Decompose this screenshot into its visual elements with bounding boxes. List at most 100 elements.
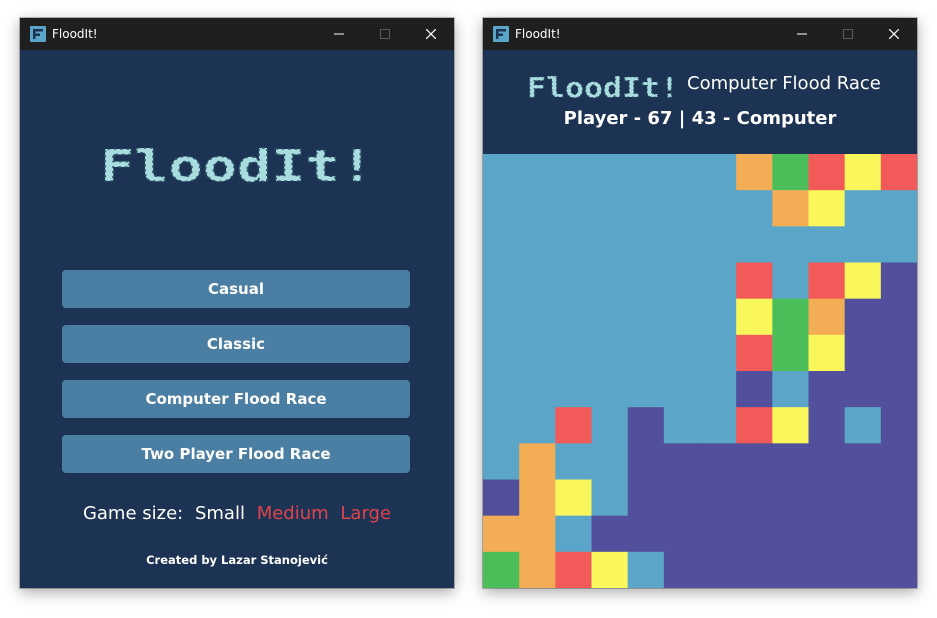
board-cell[interactable]: [483, 443, 520, 481]
maximize-button[interactable]: [362, 18, 408, 50]
board-cell[interactable]: [808, 443, 846, 481]
board-cell[interactable]: [772, 551, 810, 588]
board-cell[interactable]: [772, 407, 810, 444]
board-cell[interactable]: [844, 443, 882, 481]
board-cell[interactable]: [700, 298, 737, 336]
board-cell[interactable]: [663, 515, 701, 553]
board-cell[interactable]: [880, 443, 917, 481]
board-cell[interactable]: [808, 551, 846, 588]
board-cell[interactable]: [519, 298, 556, 336]
board-cell[interactable]: [519, 407, 556, 444]
board-cell[interactable]: [736, 515, 773, 553]
minimize-button[interactable]: [316, 18, 362, 50]
board-cell[interactable]: [483, 298, 520, 336]
board-cell[interactable]: [772, 371, 810, 408]
board-cell[interactable]: [736, 371, 773, 408]
board-cell[interactable]: [663, 551, 701, 588]
size-option-small[interactable]: Small: [195, 503, 245, 524]
board-cell[interactable]: [519, 479, 556, 517]
board-cell[interactable]: [736, 479, 773, 517]
board-cell[interactable]: [591, 226, 629, 264]
board-cell[interactable]: [808, 226, 846, 264]
board-cell[interactable]: [519, 515, 556, 553]
board-cell[interactable]: [772, 298, 810, 336]
board-cell[interactable]: [483, 334, 520, 372]
board-cell[interactable]: [700, 226, 737, 264]
board-cell[interactable]: [555, 298, 593, 336]
board-cell[interactable]: [844, 407, 882, 444]
board-cell[interactable]: [519, 551, 556, 588]
board-cell[interactable]: [483, 226, 520, 264]
board-cell[interactable]: [808, 190, 846, 227]
board-cell[interactable]: [808, 515, 846, 553]
board-cell[interactable]: [627, 443, 665, 481]
board-cell[interactable]: [808, 479, 846, 517]
board-cell[interactable]: [736, 298, 773, 336]
board-cell[interactable]: [591, 443, 629, 481]
board-cell[interactable]: [844, 154, 882, 191]
board-cell[interactable]: [808, 407, 846, 444]
board-cell[interactable]: [844, 371, 882, 408]
board-cell[interactable]: [772, 334, 810, 372]
board-cell[interactable]: [519, 334, 556, 372]
board-cell[interactable]: [700, 551, 737, 588]
game-board[interactable]: [483, 154, 917, 588]
board-cell[interactable]: [591, 190, 629, 227]
classic-button[interactable]: Classic: [62, 325, 410, 363]
board-cell[interactable]: [844, 298, 882, 336]
board-cell[interactable]: [808, 334, 846, 372]
board-cell[interactable]: [627, 334, 665, 372]
board-cell[interactable]: [700, 190, 737, 227]
board-cell[interactable]: [880, 154, 917, 191]
board-cell[interactable]: [555, 190, 593, 227]
board-cell[interactable]: [663, 154, 701, 191]
board-cell[interactable]: [663, 407, 701, 444]
board-cell[interactable]: [736, 443, 773, 481]
board-cell[interactable]: [555, 371, 593, 408]
board-cell[interactable]: [519, 190, 556, 227]
board-cell[interactable]: [880, 298, 917, 336]
board-cell[interactable]: [772, 226, 810, 264]
maximize-button[interactable]: [825, 18, 871, 50]
board-cell[interactable]: [700, 154, 737, 191]
board-cell[interactable]: [555, 154, 593, 191]
board-cell[interactable]: [483, 371, 520, 408]
minimize-button[interactable]: [779, 18, 825, 50]
board-cell[interactable]: [736, 407, 773, 444]
board-cell[interactable]: [555, 334, 593, 372]
board-cell[interactable]: [736, 262, 773, 300]
board-cell[interactable]: [844, 515, 882, 553]
board-cell[interactable]: [880, 262, 917, 300]
close-button[interactable]: [408, 18, 454, 50]
board-cell[interactable]: [844, 479, 882, 517]
board-cell[interactable]: [844, 262, 882, 300]
board-cell[interactable]: [591, 298, 629, 336]
board-cell[interactable]: [808, 262, 846, 300]
board-cell[interactable]: [591, 407, 629, 444]
board-cell[interactable]: [483, 479, 520, 517]
board-cell[interactable]: [519, 154, 556, 191]
board-cell[interactable]: [591, 371, 629, 408]
board-cell[interactable]: [555, 443, 593, 481]
board-cell[interactable]: [627, 371, 665, 408]
board-cell[interactable]: [736, 226, 773, 264]
board-cell[interactable]: [555, 226, 593, 264]
board-cell[interactable]: [844, 226, 882, 264]
board-cell[interactable]: [880, 371, 917, 408]
board-cell[interactable]: [880, 551, 917, 588]
board-cell[interactable]: [880, 226, 917, 264]
board-cell[interactable]: [736, 190, 773, 227]
board-cell[interactable]: [844, 334, 882, 372]
board-cell[interactable]: [627, 407, 665, 444]
board-cell[interactable]: [700, 407, 737, 444]
board-cell[interactable]: [663, 226, 701, 264]
board-cell[interactable]: [700, 371, 737, 408]
board-cell[interactable]: [627, 298, 665, 336]
board-cell[interactable]: [483, 551, 520, 588]
board-cell[interactable]: [663, 371, 701, 408]
board-cell[interactable]: [880, 190, 917, 227]
two-player-flood-race-button[interactable]: Two Player Flood Race: [62, 435, 410, 473]
board-cell[interactable]: [844, 190, 882, 227]
board-cell[interactable]: [663, 298, 701, 336]
board-cell[interactable]: [808, 371, 846, 408]
